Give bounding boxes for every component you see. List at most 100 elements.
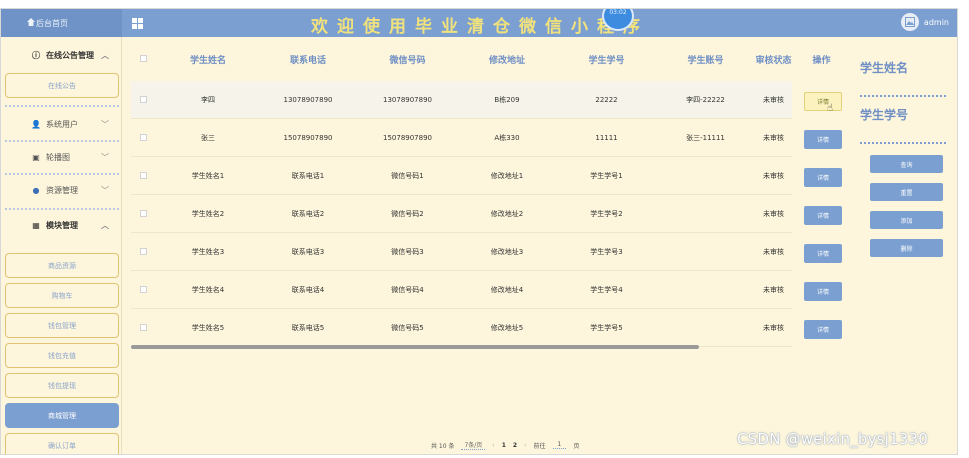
cell-name: 学生姓名2 (191, 210, 225, 218)
column-header[interactable]: 学生姓名 (158, 37, 258, 81)
table-row[interactable]: 学生姓名3 联系电话3 微信号码3 修改地址3 学生学号3 未审核 (131, 233, 792, 271)
cell-name: 学生姓名5 (191, 324, 225, 332)
table-header: 学生姓名 联系电话 微信号码 修改地址 学生学号 学生账号 审核状态 (131, 37, 792, 81)
cell-phone: 15078907890 (283, 134, 333, 142)
cell-phone: 13078907890 (283, 96, 333, 104)
divider (5, 173, 119, 175)
page-number[interactable]: 1 (502, 442, 506, 449)
menu-group-label: 轮播图 (46, 152, 70, 162)
search-button[interactable]: 查询 (870, 155, 943, 173)
horizontal-scrollbar[interactable] (131, 345, 699, 349)
row-checkbox[interactable] (140, 210, 147, 217)
sidebar-item-mall[interactable]: 商城管理 (5, 403, 119, 428)
cell-wechat: 微信号码2 (391, 210, 424, 218)
cell-status: 未审核 (763, 324, 784, 332)
cell-student-id: 学生学号1 (590, 172, 623, 180)
user-name: admin (923, 17, 949, 27)
cell-account: 李四-22222 (686, 96, 725, 104)
menu-group-carousel[interactable]: ▣ 轮播图 ﹀ (5, 145, 119, 169)
detail-button[interactable]: 详情 (804, 244, 842, 263)
table-row[interactable]: 学生姓名5 联系电话5 微信号码5 修改地址5 学生学号5 未审核 (131, 309, 792, 347)
cell-student-id: 11111 (595, 134, 618, 142)
menu-group-label: 模块管理 (46, 220, 78, 230)
cell-student-id: 学生学号5 (590, 324, 623, 332)
table-row[interactable]: 学生姓名2 联系电话2 微信号码2 修改地址2 学生学号2 未审核 (131, 195, 792, 233)
column-header[interactable]: 修改地址 (457, 37, 557, 81)
prev-page-icon[interactable]: ‹ (492, 442, 494, 449)
delete-button[interactable]: 删除 (870, 239, 943, 257)
menu-group-notice[interactable]: ⓘ 在线公告管理 ︿ (5, 43, 119, 67)
search-input-student-id[interactable] (860, 142, 946, 144)
cell-address: 修改地址5 (490, 324, 524, 332)
detail-button[interactable]: 详情 (804, 168, 842, 187)
menu-group-resources[interactable]: ● 资源管理 ﹀ (5, 178, 119, 202)
menu-group-users[interactable]: 👤 系统用户 ﹀ (5, 112, 119, 136)
column-header[interactable]: 微信号码 (358, 37, 457, 81)
cell-status: 未审核 (763, 172, 784, 180)
sidebar-item-withdraw[interactable]: 钱包提现 (5, 373, 119, 398)
table-row[interactable]: 李四 13078907890 13078907890 B栋209 22222 李… (131, 81, 792, 119)
select-all-checkbox[interactable] (140, 55, 147, 62)
cell-phone: 联系电话4 (291, 286, 325, 294)
cell-address: B栋209 (494, 96, 520, 104)
cell-student-id: 学生学号2 (590, 210, 623, 218)
column-header[interactable]: 联系电话 (258, 37, 358, 81)
cell-account (656, 233, 755, 271)
row-checkbox[interactable] (140, 324, 147, 331)
goto-page-input[interactable]: 1 (552, 441, 567, 449)
chevron-up-icon: ︿ (101, 221, 109, 230)
sidebar-item-recharge[interactable]: 钱包充值 (5, 343, 119, 368)
cell-status: 未审核 (763, 134, 784, 142)
next-page-icon[interactable]: › (524, 442, 526, 449)
row-checkbox[interactable] (140, 172, 147, 179)
row-checkbox[interactable] (140, 96, 147, 103)
chevron-down-icon: ﹀ (101, 120, 109, 129)
hand-cursor-icon: ☝ (827, 103, 834, 114)
detail-button[interactable]: 详情 (804, 282, 842, 301)
cell-phone: 联系电话1 (291, 172, 325, 180)
sidebar-item-goods[interactable]: 商品资源 (5, 253, 119, 278)
menu-group-label: 资源管理 (46, 185, 78, 195)
watermark: CSDN @weixin_bysj1330 (737, 430, 929, 448)
detail-button[interactable]: 详情 (804, 320, 842, 339)
sidebar-item-orders[interactable]: 确认订单 (5, 433, 119, 454)
column-header[interactable]: 学生账号 (656, 37, 755, 81)
detail-button[interactable]: 详情 ☝ (804, 92, 842, 114)
image-icon: ▣ (32, 152, 40, 162)
cell-name: 学生姓名1 (191, 172, 225, 180)
column-header[interactable]: 学生学号 (557, 37, 656, 81)
reset-button[interactable]: 重置 (870, 183, 943, 201)
user-menu[interactable]: admin (900, 13, 949, 31)
page-size-select[interactable]: 7条/页 (461, 440, 486, 450)
menu-group-modules[interactable]: ▦ 模块管理 ︿ (5, 213, 119, 237)
cell-name: 学生姓名3 (191, 248, 225, 256)
search-input-name[interactable] (860, 95, 946, 97)
app-title: 欢迎使用毕业清仓微信小程序 (311, 17, 649, 37)
sidebar-item-cart[interactable]: 购物车 (5, 283, 119, 308)
divider (5, 105, 119, 107)
row-checkbox[interactable] (140, 248, 147, 255)
column-header[interactable]: 审核状态 (755, 37, 792, 81)
data-table: 学生姓名 联系电话 微信号码 修改地址 学生学号 学生账号 审核状态 李四 13… (131, 37, 792, 357)
row-checkbox[interactable] (140, 286, 147, 293)
cell-account (656, 157, 755, 195)
sidebar-item-notice[interactable]: 在线公告 (5, 73, 119, 98)
table-row[interactable]: 张三 15078907890 15078907890 A栋330 11111 张… (131, 119, 792, 157)
goto-label: 前往 (533, 442, 546, 450)
chevron-up-icon: ︿ (101, 51, 109, 60)
app-window: 后台首页 欢迎使用毕业清仓微信小程序 admin 03:02 ⓘ 在线公告管理 … (0, 8, 958, 455)
sidebar-item-wallet[interactable]: 钱包管理 (5, 313, 119, 338)
divider (5, 208, 119, 210)
cell-status: 未审核 (763, 96, 784, 104)
cell-address: 修改地址4 (490, 286, 524, 294)
detail-button[interactable]: 详情 (804, 130, 842, 149)
table-row[interactable]: 学生姓名4 联系电话4 微信号码4 修改地址4 学生学号4 未审核 (131, 271, 792, 309)
cell-wechat: 微信号码5 (391, 324, 424, 332)
cell-student-id: 学生学号4 (590, 286, 623, 294)
page-number[interactable]: 2 (513, 442, 517, 449)
row-checkbox[interactable] (140, 134, 147, 141)
detail-button[interactable]: 详情 (804, 206, 842, 225)
table-row[interactable]: 学生姓名1 联系电话1 微信号码1 修改地址1 学生学号1 未审核 (131, 157, 792, 195)
add-button[interactable]: 添加 (870, 211, 943, 229)
sidebar: ⓘ 在线公告管理 ︿ 在线公告 👤 系统用户 ﹀ ▣ 轮播图 ﹀ ● 资源管理 … (1, 37, 122, 454)
